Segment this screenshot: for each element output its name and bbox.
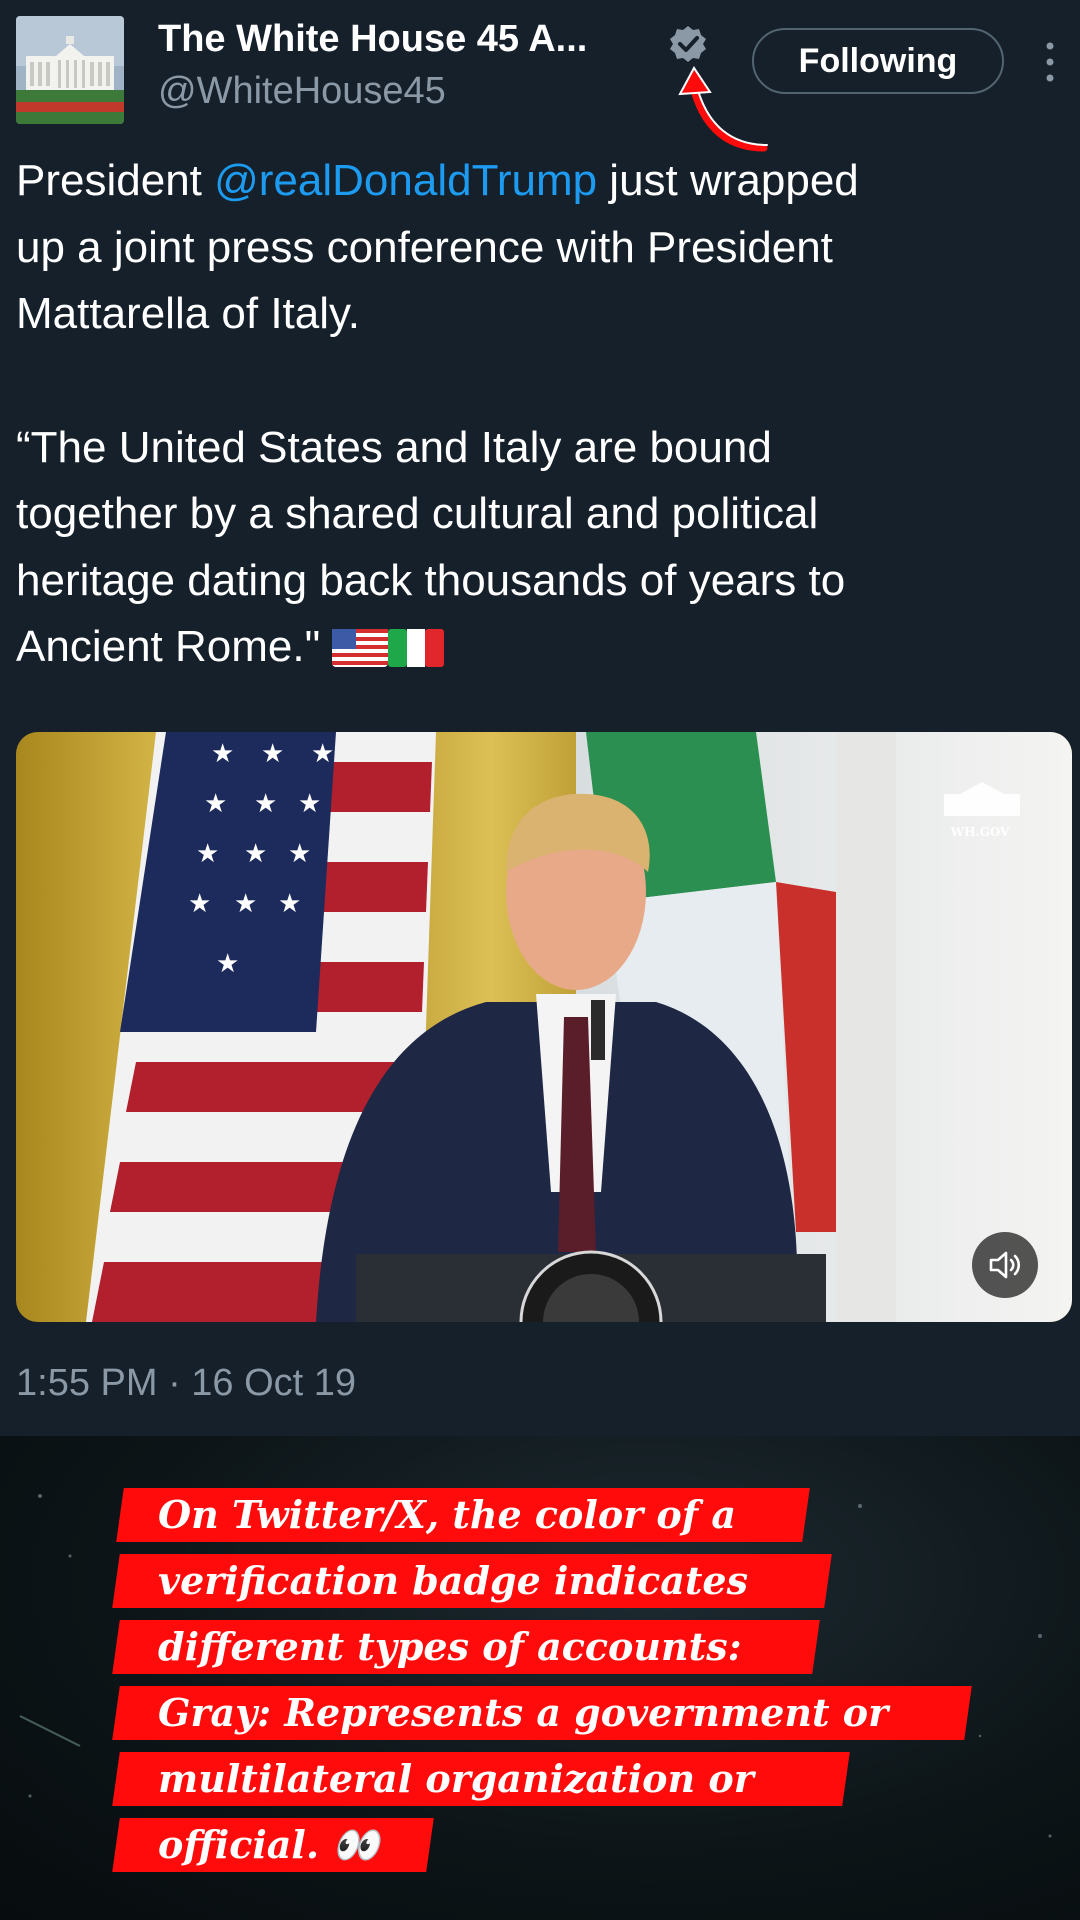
tweet-line: Ancient Rome.": [16, 614, 1056, 681]
tweet-line: Mattarella of Italy.: [16, 289, 360, 338]
more-options-icon[interactable]: [1040, 40, 1060, 84]
tweet-text-segment: Ancient Rome.": [16, 622, 333, 671]
caption-text: verification badge indicates: [158, 1558, 748, 1603]
svg-text:★: ★: [211, 739, 234, 769]
svg-text:★: ★: [288, 839, 311, 869]
tweet-line: together by a shared cultural and politi…: [16, 489, 819, 538]
svg-text:★: ★: [196, 839, 219, 869]
tweet-line: “The United States and Italy are bound: [16, 422, 772, 472]
svg-text:★: ★: [188, 889, 211, 919]
video-frame: ★ ★ ★ ★ ★ ★ ★ ★ ★ ★ ★ ★ ★ WH.GOV: [16, 732, 1072, 1322]
account-display-name[interactable]: The White House 45 A...: [158, 18, 587, 61]
account-handle[interactable]: @WhiteHouse45: [158, 70, 446, 113]
video-player[interactable]: ★ ★ ★ ★ ★ ★ ★ ★ ★ ★ ★ ★ ★ WH.GOV: [16, 732, 1072, 1322]
screen: The White House 45 A... @WhiteHouse45 Fo…: [0, 0, 1080, 1920]
annotation-arrow-icon: [678, 66, 768, 152]
italy-flag-emoji-icon: [388, 629, 445, 667]
caption-text: multilateral organization or: [158, 1756, 754, 1801]
caption-text: official. 👀: [158, 1822, 380, 1867]
tweet-text-segment: just wrapped: [597, 156, 859, 205]
tweet-timestamp[interactable]: 1:55 PM · 16 Oct 19: [16, 1362, 356, 1405]
svg-text:★: ★: [204, 789, 227, 819]
svg-text:★: ★: [216, 949, 239, 979]
white-house-icon: [16, 16, 124, 124]
caption-overlay: On Twitter/X, the color of a verificatio…: [0, 1436, 1080, 1920]
following-button[interactable]: Following: [752, 28, 1004, 94]
us-flag-emoji-icon: [332, 629, 389, 667]
wh-gov-watermark: WH.GOV: [950, 825, 1010, 839]
verified-badge-icon[interactable]: [668, 24, 708, 64]
svg-text:★: ★: [254, 789, 277, 819]
tweet-line: President @realDonaldTrump just wrapped: [16, 148, 1056, 215]
speaker-muted-icon: [989, 1251, 1021, 1279]
caption-text: different types of accounts:: [158, 1624, 742, 1669]
tweet-text-prefix: President: [16, 156, 215, 205]
tweet-line: up a joint press conference with Preside…: [16, 222, 833, 272]
svg-text:★: ★: [311, 739, 334, 769]
svg-text:★: ★: [298, 789, 321, 819]
caption-text: Gray: Represents a government or: [158, 1690, 889, 1735]
caption-text: On Twitter/X, the color of a: [158, 1492, 736, 1537]
account-avatar[interactable]: [16, 16, 124, 124]
svg-text:★: ★: [278, 889, 301, 919]
svg-text:★: ★: [261, 739, 284, 769]
tweet-line: heritage dating back thousands of years …: [16, 555, 846, 605]
mention-link[interactable]: @realDonaldTrump: [214, 156, 597, 205]
tweet-text: President @realDonaldTrump just wrapped …: [16, 148, 1056, 681]
mute-button[interactable]: [972, 1232, 1038, 1298]
svg-text:★: ★: [244, 839, 267, 869]
svg-text:★: ★: [234, 889, 257, 919]
